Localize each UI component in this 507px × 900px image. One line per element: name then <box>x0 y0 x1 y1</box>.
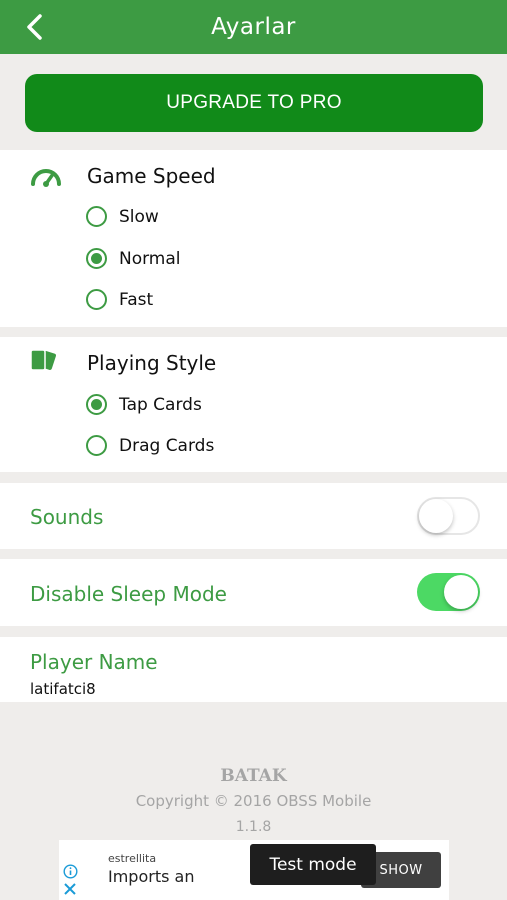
sounds-row: Sounds <box>0 483 507 549</box>
ad-advertiser: estrellita <box>108 852 157 865</box>
app-header: Ayarlar <box>0 0 507 54</box>
speed-option-fast[interactable]: Fast <box>86 289 153 310</box>
speed-option-normal[interactable]: Normal <box>86 248 181 269</box>
cards-icon <box>30 349 56 371</box>
playing-style-section: Playing Style Tap Cards Drag Cards <box>0 337 507 472</box>
close-icon[interactable] <box>63 882 77 896</box>
radio-button[interactable] <box>86 435 107 456</box>
radio-button-selected[interactable] <box>86 394 107 415</box>
upgrade-to-pro-button[interactable]: UPGRADE TO PRO <box>25 74 483 132</box>
radio-button[interactable] <box>86 206 107 227</box>
speed-option-label: Slow <box>119 206 159 227</box>
test-mode-badge: Test mode <box>250 844 376 885</box>
chevron-left-icon <box>27 14 42 40</box>
style-option-label: Tap Cards <box>119 394 202 415</box>
style-option-drag-cards[interactable]: Drag Cards <box>86 435 214 456</box>
speedometer-icon <box>31 169 61 187</box>
sleep-mode-row: Disable Sleep Mode <box>0 559 507 626</box>
style-option-label: Drag Cards <box>119 435 215 456</box>
sounds-label: Sounds <box>30 505 104 529</box>
app-logo-text: BATAK <box>220 766 287 786</box>
player-name-row[interactable]: Player Name latifatci8 <box>0 637 507 702</box>
radio-button-selected[interactable] <box>86 248 107 269</box>
player-name-value[interactable]: latifatci8 <box>30 680 96 698</box>
copyright-text: Copyright © 2016 OBSS Mobile <box>135 792 372 810</box>
radio-button[interactable] <box>86 289 107 310</box>
sleep-mode-toggle[interactable] <box>417 573 480 611</box>
toggle-knob <box>444 575 478 609</box>
game-speed-title: Game Speed <box>87 164 216 188</box>
sounds-toggle[interactable] <box>417 497 480 535</box>
player-name-label: Player Name <box>30 650 158 674</box>
back-button[interactable] <box>20 12 50 42</box>
speed-option-slow[interactable]: Slow <box>86 206 159 227</box>
style-option-tap-cards[interactable]: Tap Cards <box>86 394 202 415</box>
sleep-mode-label: Disable Sleep Mode <box>30 582 227 606</box>
toggle-knob <box>419 499 453 533</box>
ad-headline-start: Imports an <box>108 867 195 886</box>
page-title: Ayarlar <box>211 14 296 40</box>
game-speed-section: Game Speed Slow Normal Fast <box>0 150 507 327</box>
ad-banner[interactable]: estrellita Imports an ducts SHOW Test mo… <box>59 840 449 900</box>
version-text: 1.1.8 <box>235 819 272 835</box>
info-icon[interactable] <box>63 864 78 879</box>
ad-headline: Imports an ducts <box>108 867 352 886</box>
playing-style-title: Playing Style <box>87 351 217 375</box>
speed-option-label: Fast <box>119 289 154 310</box>
speed-option-label: Normal <box>119 248 181 269</box>
